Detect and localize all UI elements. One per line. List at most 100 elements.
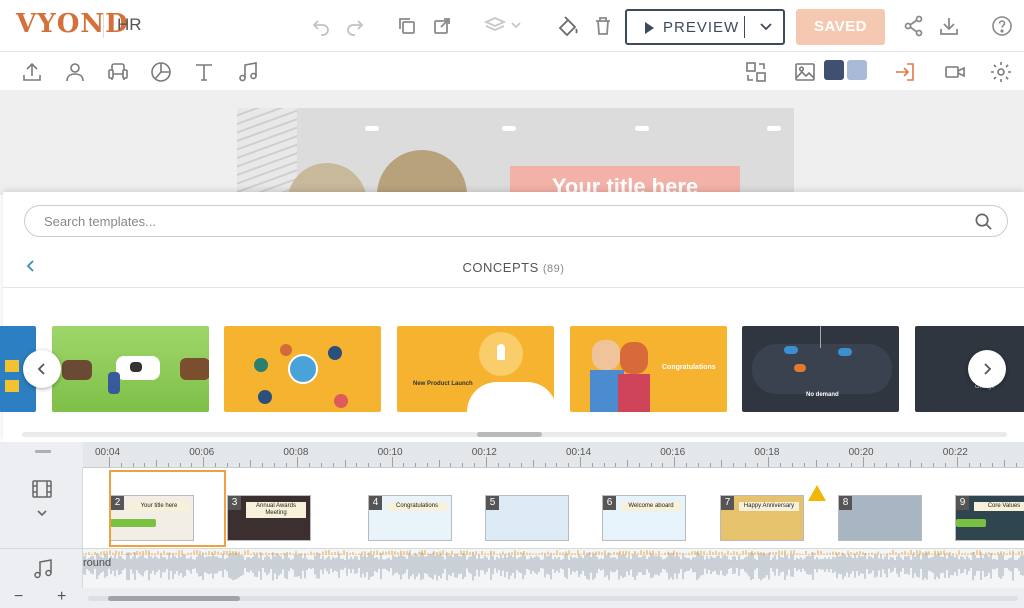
- paint-bucket-icon[interactable]: [556, 14, 580, 38]
- ruler-tick: [815, 460, 817, 467]
- ruler-tick: [803, 463, 805, 467]
- ruler-tick: [886, 463, 888, 467]
- scene-thumbnail[interactable]: 5: [485, 495, 569, 541]
- template-card[interactable]: No demand: [742, 326, 899, 412]
- stage-canvas[interactable]: Your title here: [0, 90, 1024, 195]
- card-caption: New Product Launch: [413, 381, 473, 387]
- scene-thumbnail[interactable]: 7 Happy Anniversary: [720, 495, 804, 541]
- search-input[interactable]: Search templates...: [24, 205, 1008, 237]
- saved-button[interactable]: SAVED: [796, 9, 885, 45]
- text-icon[interactable]: [192, 60, 216, 84]
- copy-icon[interactable]: [395, 14, 419, 38]
- trash-icon[interactable]: [591, 14, 615, 38]
- scene-thumbnail[interactable]: 3 Annual Awards Meeting: [227, 495, 311, 541]
- swatch-light[interactable]: [847, 60, 867, 80]
- ruler-tick: [285, 463, 287, 467]
- ruler-tick: [532, 460, 534, 467]
- ruler-tick: [791, 463, 793, 467]
- undo-icon[interactable]: [309, 14, 333, 38]
- template-card[interactable]: [224, 326, 381, 412]
- ruler-label: 00:04: [95, 447, 121, 458]
- scene-thumbnail[interactable]: 8: [838, 495, 922, 541]
- scrollbar-thumb[interactable]: [477, 432, 542, 437]
- props-icon[interactable]: [106, 60, 130, 84]
- carousel-scrollbar[interactable]: [22, 432, 1007, 437]
- settings-icon[interactable]: [989, 60, 1013, 84]
- swap-icon[interactable]: [744, 60, 768, 84]
- film-icon[interactable]: [31, 478, 53, 500]
- audio-track[interactable]: round: [83, 548, 1024, 588]
- project-name[interactable]: HR: [117, 15, 142, 35]
- upload-icon[interactable]: [20, 60, 44, 84]
- divider: [103, 14, 104, 38]
- transition-bar[interactable]: [956, 519, 986, 527]
- ruler-tick: [968, 463, 970, 467]
- ruler-tick: [603, 463, 605, 467]
- duplicate-icon[interactable]: [430, 14, 454, 38]
- character-icon[interactable]: [63, 60, 87, 84]
- category-count: (89): [542, 263, 565, 275]
- layers-icon[interactable]: [484, 14, 524, 38]
- ruler-tick: [780, 463, 782, 467]
- preview-button[interactable]: PREVIEW: [625, 9, 785, 45]
- carousel-next-button[interactable]: [968, 350, 1006, 388]
- ruler-tick: [132, 463, 134, 467]
- scene-caption: Core Values: [974, 502, 1024, 511]
- template-card[interactable]: [52, 326, 209, 412]
- chart-icon[interactable]: [149, 60, 173, 84]
- preview-label: PREVIEW: [663, 19, 740, 36]
- search-icon[interactable]: [974, 212, 993, 231]
- music-icon[interactable]: [31, 557, 55, 581]
- music-icon[interactable]: [236, 60, 260, 84]
- category-label: CONCEPTS: [462, 260, 539, 275]
- scrollbar-thumb[interactable]: [108, 596, 240, 601]
- vyond-logo[interactable]: VYOND: [16, 9, 129, 39]
- ruler-tick: [956, 457, 958, 467]
- template-card[interactable]: Congratulations: [570, 326, 727, 412]
- share-icon[interactable]: [902, 14, 926, 38]
- chevron-down-icon[interactable]: [35, 506, 49, 520]
- ruler-tick: [992, 463, 994, 467]
- time-ruler[interactable]: 00:04 00:06 00:08 00:10 00:12 00:14 00:16 00:18…: [83, 442, 1024, 468]
- person-head: [592, 340, 620, 370]
- scene-thumbnail[interactable]: 6 Welcome aboard: [602, 495, 686, 541]
- ruler-tick: [721, 460, 723, 467]
- ruler-tick: [568, 463, 570, 467]
- ruler-tick: [827, 463, 829, 467]
- scene-thumbnail[interactable]: 9 Core Values: [955, 495, 1024, 541]
- ruler-tick: [438, 460, 440, 467]
- template-card[interactable]: New Product Launch: [397, 326, 554, 412]
- fish-icon: [784, 346, 798, 354]
- scene-thumbnail[interactable]: 4 Congratulations: [368, 495, 452, 541]
- ruler-label: 00:16: [660, 447, 686, 458]
- ruler-tick: [627, 460, 629, 467]
- help-icon[interactable]: [990, 14, 1014, 38]
- timeline-scrollbar[interactable]: [88, 596, 1018, 601]
- ceiling-light: [365, 126, 379, 131]
- ruler-tick: [850, 463, 852, 467]
- zoom-out-button[interactable]: −: [14, 588, 23, 606]
- timeline-footer: − +: [0, 588, 1024, 608]
- scene-caption: Annual Awards Meeting: [246, 502, 306, 518]
- carousel-prev-button[interactable]: [23, 350, 61, 388]
- swatch-dark[interactable]: [824, 60, 844, 80]
- scene-track-header: [0, 468, 83, 548]
- asset-toolbar: [0, 52, 1024, 90]
- chevron-down-icon[interactable]: [757, 17, 775, 35]
- ruler-label: 00:08: [283, 447, 309, 458]
- ruler-tick: [1015, 463, 1017, 467]
- ruler-tick: [862, 457, 864, 467]
- ruler-tick: [203, 457, 205, 467]
- enter-icon[interactable]: [893, 60, 917, 84]
- download-icon[interactable]: [937, 14, 961, 38]
- scene-preview[interactable]: Your title here: [237, 108, 794, 195]
- warning-icon[interactable]: [808, 485, 826, 501]
- image-icon[interactable]: [793, 60, 817, 84]
- audio-label: round: [83, 557, 112, 569]
- drag-handle[interactable]: [35, 450, 51, 453]
- zoom-in-button[interactable]: +: [57, 588, 66, 606]
- avatar: [280, 344, 292, 356]
- redo-icon[interactable]: [343, 14, 367, 38]
- person-body: [618, 374, 650, 412]
- video-icon[interactable]: [943, 60, 967, 84]
